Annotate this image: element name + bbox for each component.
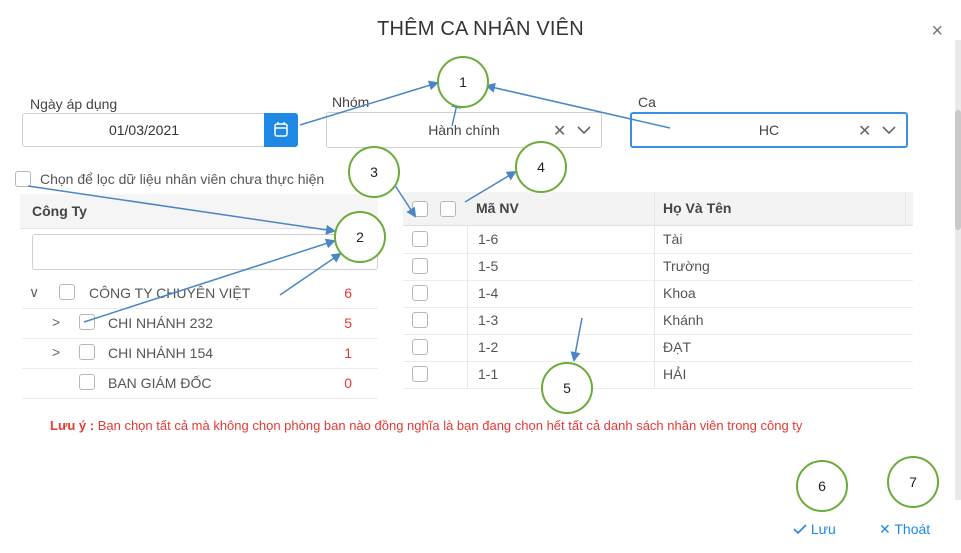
row-checkbox[interactable] [412,366,428,382]
dialog-scrollbar[interactable] [955,40,961,500]
close-icon[interactable]: × [931,20,943,43]
note-body: Bạn chọn tất cả mà không chọn phòng ban … [97,418,803,433]
cell-name: Tài [663,231,683,247]
table-row[interactable]: 1-2 ĐẠT [403,334,913,362]
clear-icon[interactable]: ✕ [553,121,566,141]
check-icon [793,524,807,535]
shift-select[interactable]: HC ✕ [630,112,908,148]
exit-label: Thoát [894,521,931,537]
select-all-checkbox[interactable] [412,201,428,217]
tree-header: Công Ty [20,194,378,229]
row-checkbox[interactable] [412,285,428,301]
cell-name: HẢI [663,366,687,382]
column-header-code[interactable]: Mã NV [476,200,519,216]
chevron-down-icon[interactable]: ∨ [29,284,39,301]
note-prefix: Lưu ý : [50,418,95,433]
chevron-down-icon[interactable] [882,125,896,135]
tree-item-label: CHI NHÁNH 232 [108,315,214,331]
cell-name: Khánh [663,312,704,328]
tree-item[interactable]: > CHI NHÁNH 232 5 [22,308,378,339]
tree-item-checkbox[interactable] [79,314,95,330]
tree-item-label: CHI NHÁNH 154 [108,345,214,361]
cell-name: Trường [663,258,710,274]
table-row[interactable]: 1-4 Khoa [403,280,913,308]
table-row[interactable]: 1-3 Khánh [403,307,913,335]
row-checkbox[interactable] [412,339,428,355]
date-label: Ngày áp dụng [30,96,118,112]
cell-code: 1-2 [478,339,499,355]
chevron-right-icon[interactable]: > [52,314,60,330]
tree-item-label: BAN GIÁM ĐỐC [108,375,212,391]
save-button[interactable]: Lưu [793,521,836,537]
date-value: 01/03/2021 [108,122,180,138]
tree-item-count: 1 [344,345,352,361]
row-checkbox[interactable] [412,231,428,247]
tree-item-label: CÔNG TY CHUYÊN VIỆT [89,285,251,301]
tree-item[interactable]: ∨ CÔNG TY CHUYÊN VIỆT 6 [22,278,378,309]
cell-code: 1-4 [478,285,499,301]
callout-circle: 5 [541,362,593,414]
callout-circle: 3 [348,146,400,198]
save-label: Lưu [810,521,836,537]
callout-circle: 1 [437,56,489,108]
exit-button[interactable]: ✕ Thoát [879,521,930,538]
calendar-icon [274,122,288,137]
note-text: Lưu ý : Bạn chọn tất cả mà không chọn ph… [50,418,802,433]
tree-item-checkbox[interactable] [59,284,75,300]
calendar-button[interactable] [264,113,298,147]
chevron-down-icon[interactable] [577,125,591,135]
cell-code: 1-3 [478,312,499,328]
group-select[interactable]: Hành chính ✕ [326,112,602,148]
cell-code: 1-1 [478,366,499,382]
callout-circle: 4 [515,141,567,193]
cell-code: 1-5 [478,258,499,274]
cell-code: 1-6 [478,231,499,247]
table-header: Mã NV Họ Và Tên [403,192,913,226]
dialog-title: THÊM CA NHÂN VIÊN [377,18,584,40]
tree-item-checkbox[interactable] [79,344,95,360]
tree-item[interactable]: > CHI NHÁNH 154 1 [22,338,378,369]
tree-item-count: 0 [344,375,352,391]
callout-circle: 7 [887,456,939,508]
cell-name: ĐẠT [663,339,691,355]
header-checkbox[interactable] [440,201,456,217]
close-icon: ✕ [879,521,891,537]
tree-item[interactable]: BAN GIÁM ĐỐC 0 [22,368,378,399]
chevron-right-icon[interactable]: > [52,344,60,360]
cell-name: Khoa [663,285,696,301]
column-header-name[interactable]: Họ Và Tên [663,200,731,216]
tree-item-count: 5 [344,315,352,331]
tree-header-label: Công Ty [32,203,87,219]
tree-search-input[interactable] [32,234,378,270]
callout-circle: 6 [796,460,848,512]
filter-checkbox-label: Chọn để lọc dữ liệu nhân viên chưa thực … [40,171,325,187]
table-row[interactable]: 1-1 HẢI [403,361,913,389]
table-row[interactable]: 1-5 Trường [403,253,913,281]
clear-icon[interactable]: ✕ [858,121,871,141]
tree-item-checkbox[interactable] [79,374,95,390]
shift-label: Ca [638,94,656,110]
tree-item-count: 6 [344,285,352,301]
filter-checkbox[interactable] [15,171,31,187]
row-checkbox[interactable] [412,312,428,328]
row-checkbox[interactable] [412,258,428,274]
date-field[interactable]: 01/03/2021 [22,113,266,147]
table-row[interactable]: 1-6 Tài [403,226,913,254]
callout-circle: 2 [334,211,386,263]
group-label: Nhóm [332,94,370,110]
